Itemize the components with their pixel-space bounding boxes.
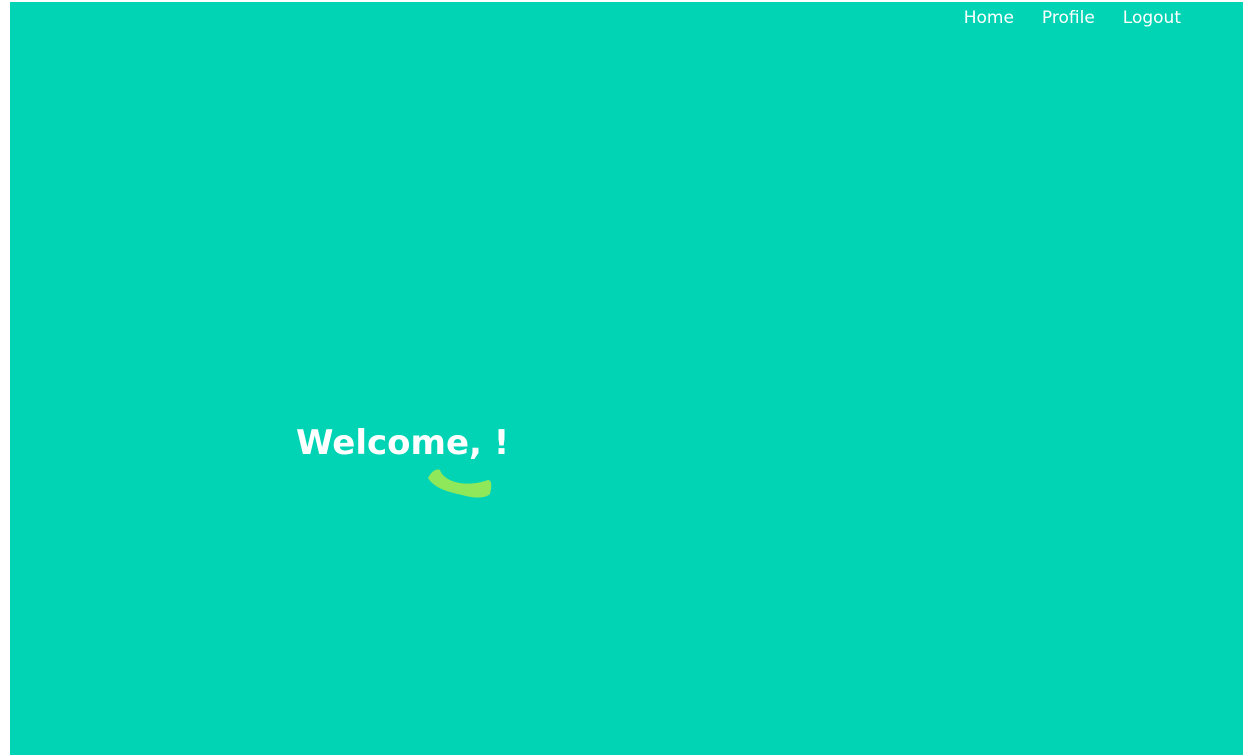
- brush-stroke-decoration: [428, 469, 492, 498]
- welcome-section: Welcome, !: [296, 422, 510, 498]
- nav-logout-link[interactable]: Logout: [1123, 8, 1181, 28]
- app-background: Home Profile Logout Welcome, !: [10, 2, 1243, 755]
- top-nav: Home Profile Logout: [964, 8, 1181, 28]
- nav-profile-link[interactable]: Profile: [1042, 8, 1095, 28]
- welcome-heading: Welcome, !: [296, 423, 510, 463]
- nav-home-link[interactable]: Home: [964, 8, 1014, 28]
